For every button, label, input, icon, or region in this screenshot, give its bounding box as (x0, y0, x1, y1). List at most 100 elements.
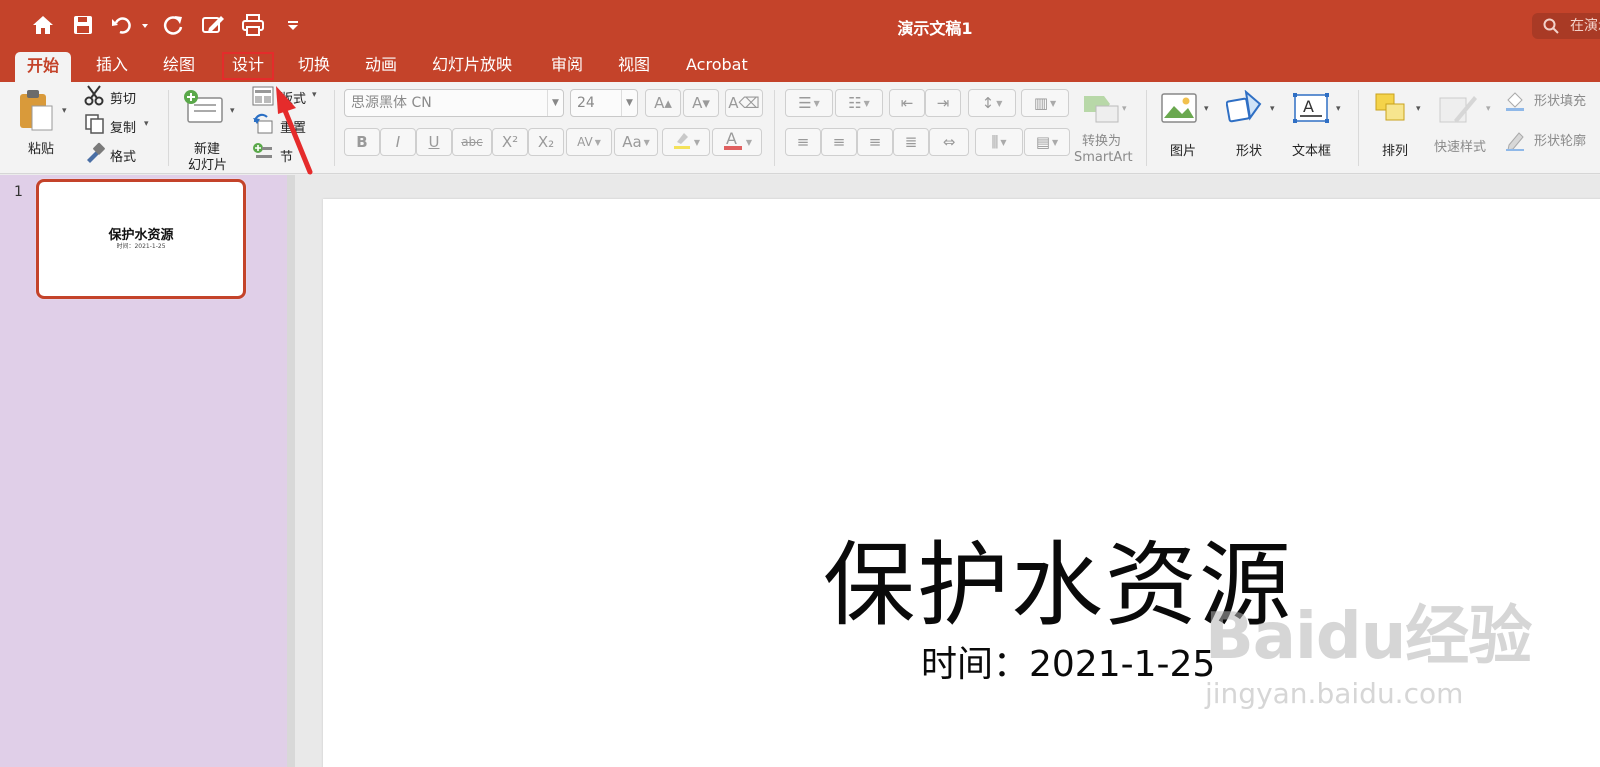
italic-icon: I (395, 133, 401, 151)
reset-button[interactable]: 重置 (252, 113, 312, 137)
divider (334, 90, 335, 166)
change-case-button[interactable]: Aa ▼ (614, 128, 658, 156)
underline-button[interactable]: U (416, 128, 452, 156)
text-direction-button[interactable]: ⫼ ▼ (975, 128, 1023, 156)
bullet-list-icon: ☰ (798, 94, 812, 112)
copy-dropdown-icon[interactable]: ▾ (144, 119, 149, 129)
decrease-indent-icon: ⇤ (900, 94, 914, 112)
decrease-indent-button[interactable]: ⇤ (889, 89, 925, 117)
quick-styles-dropdown-icon[interactable]: ▾ (1486, 104, 1491, 114)
font-size-select[interactable]: 24 ▼ (570, 89, 638, 117)
bold-button[interactable]: B (344, 128, 380, 156)
new-slide-dropdown-icon[interactable]: ▾ (230, 106, 235, 116)
layout-button[interactable]: 版式 ▾ (252, 84, 324, 108)
numbering-button[interactable]: ☷ ▼ (835, 89, 883, 117)
tab-design[interactable]: 设计 (220, 50, 276, 82)
align-left-button[interactable]: ≡ (785, 128, 821, 156)
bullets-button[interactable]: ☰ ▼ (785, 89, 833, 117)
strikethrough-button[interactable]: abc (452, 128, 492, 156)
redo-icon[interactable] (160, 0, 186, 50)
align-right-button[interactable]: ≡ (857, 128, 893, 156)
textbox-dropdown-icon[interactable]: ▾ (1336, 104, 1341, 114)
columns-icon: ▥ (1033, 94, 1049, 112)
paste-dropdown-icon[interactable]: ▾ (62, 106, 67, 116)
textbox-button[interactable]: A ▾ 文本框 (1290, 88, 1346, 170)
tab-slide-show[interactable]: 幻灯片放映 (420, 50, 524, 82)
slide[interactable]: 保护水资源 时间：2021-1-25 (323, 199, 1600, 767)
picture-button[interactable]: ▾ 图片 (1158, 88, 1214, 170)
pane-divider[interactable] (287, 175, 295, 767)
tab-home[interactable]: 开始 (15, 52, 72, 82)
convert-to-smartart-button[interactable]: ▾ 转换为 SmartArt (1074, 88, 1133, 170)
character-spacing-button[interactable]: AV ▼ (566, 128, 612, 156)
columns-button[interactable]: ▥ ▼ (1021, 89, 1069, 117)
undo-icon[interactable] (110, 0, 150, 50)
home-icon[interactable] (30, 0, 56, 50)
paste-button[interactable]: ▾ 粘贴 (14, 86, 74, 166)
align-center-button[interactable]: ≡ (821, 128, 857, 156)
font-size-value: 24 (577, 95, 595, 111)
search-input[interactable]: 在演示文稿中搜索 (1532, 13, 1600, 39)
text-direction-icon: ⫼ (991, 133, 999, 151)
superscript-button[interactable]: X² (492, 128, 528, 156)
copy-button[interactable]: 复制 ▾ (84, 113, 156, 137)
layout-dropdown-icon[interactable]: ▾ (312, 90, 317, 100)
save-icon[interactable] (72, 0, 94, 50)
smartart-dropdown-icon[interactable]: ▾ (1122, 104, 1127, 114)
justify-icon: ≣ (904, 133, 918, 151)
tab-transitions[interactable]: 切换 (286, 50, 342, 82)
picture-dropdown-icon[interactable]: ▾ (1204, 104, 1209, 114)
new-slide-label-line2: 幻灯片 (188, 158, 228, 173)
decrease-font-size-button[interactable]: A▾ (683, 89, 719, 117)
layout-label: 版式 (280, 92, 307, 107)
slide-thumbnail[interactable]: 保护水资源 时间：2021-1-25 (36, 179, 246, 299)
review-edit-icon[interactable] (200, 0, 226, 50)
print-icon[interactable] (240, 0, 266, 50)
align-text-button[interactable]: ▤ ▼ (1024, 128, 1070, 156)
increase-indent-button[interactable]: ⇥ (925, 89, 961, 117)
distributed-button[interactable]: ⇔ (929, 128, 969, 156)
highlight-color-button[interactable]: ▼ (662, 128, 710, 156)
arrange-dropdown-icon[interactable]: ▾ (1416, 104, 1421, 114)
subscript-icon: X₂ (537, 133, 555, 151)
scissors-icon (84, 84, 106, 110)
cut-label: 剪切 (110, 92, 137, 107)
section-button[interactable]: 节 (252, 142, 312, 166)
shapes-button[interactable]: ▾ 形状 (1224, 88, 1280, 170)
pen-icon (1504, 130, 1526, 156)
ribbon-tabs: 开始 插入 绘图 设计 切换 动画 幻灯片放映 审阅 视图 Acrobat (0, 50, 1600, 82)
italic-button[interactable]: I (380, 128, 416, 156)
quick-styles-button[interactable]: ▾ 快速样式 (1434, 88, 1496, 170)
tab-acrobat[interactable]: Acrobat (674, 50, 760, 82)
shapes-dropdown-icon[interactable]: ▾ (1270, 104, 1275, 114)
tab-insert[interactable]: 插入 (84, 50, 140, 82)
tab-review[interactable]: 审阅 (539, 50, 595, 82)
slide-title[interactable]: 保护水资源 (823, 511, 1293, 644)
subscript-button[interactable]: X₂ (528, 128, 564, 156)
search-placeholder: 在演示文稿中搜索 (1570, 18, 1600, 34)
font-name-select[interactable]: 思源黑体 CN ▼ (344, 89, 564, 117)
cut-button[interactable]: 剪切 (84, 84, 154, 108)
tab-view[interactable]: 视图 (606, 50, 662, 82)
shape-fill-button[interactable]: 形状填充 (1504, 90, 1600, 116)
customize-toolbar-icon[interactable] (284, 0, 302, 50)
line-spacing-button[interactable]: ↕ ▼ (968, 89, 1016, 117)
format-painter-button[interactable]: 格式 (84, 142, 154, 166)
new-slide-button[interactable]: ▾ 新建 幻灯片 (180, 86, 242, 173)
tab-draw[interactable]: 绘图 (151, 50, 207, 82)
align-right-icon: ≡ (868, 133, 882, 151)
divider (168, 90, 169, 166)
shape-outline-button[interactable]: 形状轮廓 (1504, 130, 1600, 156)
format-painter-icon (84, 142, 106, 168)
decrease-font-icon: A▾ (692, 94, 710, 112)
arrange-icon (1374, 92, 1412, 130)
clear-formatting-button[interactable]: A⌫ (725, 89, 763, 117)
justify-button[interactable]: ≣ (893, 128, 929, 156)
slide-subtitle[interactable]: 时间：2021-1-25 (921, 635, 1215, 687)
new-slide-icon (182, 88, 224, 130)
shape-fill-label: 形状填充 (1534, 94, 1587, 109)
font-color-button[interactable]: A ▼ (712, 128, 762, 156)
increase-font-size-button[interactable]: A▴ (645, 89, 681, 117)
arrange-button[interactable]: ▾ 排列 (1372, 88, 1428, 170)
tab-animations[interactable]: 动画 (353, 50, 409, 82)
